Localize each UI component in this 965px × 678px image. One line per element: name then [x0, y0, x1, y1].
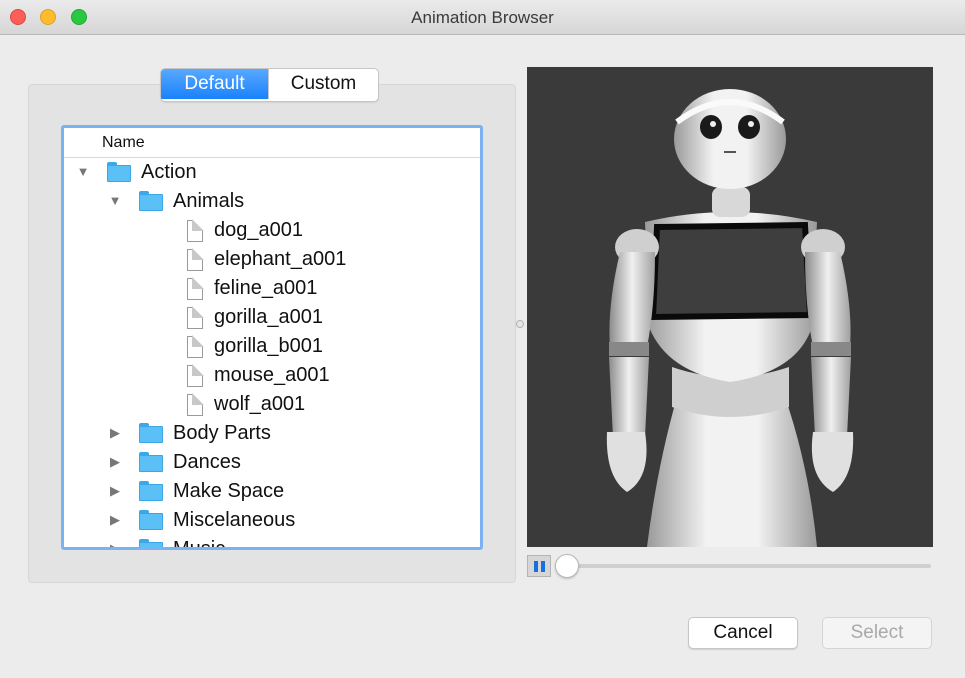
folder-icon	[139, 191, 163, 211]
tree-row-label: Action	[141, 161, 197, 183]
tree-file-row[interactable]: mouse_a001	[64, 361, 480, 390]
folder-icon	[107, 162, 131, 182]
tree-row-label: mouse_a001	[214, 364, 330, 386]
tree-rows: ▼ Action ▼ Animals dog_a001 elephant_a001feli…	[64, 158, 480, 550]
pause-icon	[534, 561, 538, 572]
animation-tree[interactable]: Name ▼ Action ▼ Animals dog_a001 elephant_a00…	[61, 125, 483, 550]
folder-icon	[139, 423, 163, 443]
select-button[interactable]: Select	[822, 617, 932, 649]
folder-icon	[139, 452, 163, 472]
tree-file-row[interactable]: dog_a001	[64, 216, 480, 245]
tree-folder-row[interactable]: ▶ Body Parts	[64, 419, 480, 448]
disclosure-expanded-icon[interactable]: ▼	[76, 164, 90, 179]
tree-row-label: Animals	[173, 190, 245, 212]
tree-folder-row[interactable]: ▼ Animals	[64, 187, 480, 216]
tree-row-label: Music	[173, 538, 226, 550]
tree-row-label: Body Parts	[173, 422, 271, 444]
cancel-button[interactable]: Cancel	[688, 617, 798, 649]
file-icon	[187, 306, 204, 329]
tab-default[interactable]: Default	[161, 69, 268, 99]
file-icon	[187, 335, 204, 358]
tree-row-label: feline_a001	[214, 277, 318, 299]
tree-file-row[interactable]: elephant_a001	[64, 245, 480, 274]
tree-row-label: Make Space	[173, 480, 285, 502]
file-icon	[187, 277, 204, 300]
disclosure-expanded-icon[interactable]: ▼	[108, 193, 122, 208]
file-icon	[187, 219, 204, 242]
playback-controls	[527, 553, 933, 579]
timeline-track[interactable]	[567, 564, 931, 568]
timeline-slider-knob[interactable]	[555, 554, 579, 578]
file-icon	[187, 248, 204, 271]
tree-folder-row[interactable]: ▶ Miscelaneous	[64, 506, 480, 535]
window-title: Animation Browser	[411, 8, 554, 27]
tree-file-row[interactable]: gorilla_b001	[64, 332, 480, 361]
folder-icon	[139, 510, 163, 530]
disclosure-collapsed-icon[interactable]: ▶	[108, 483, 122, 499]
tree-row-label: gorilla_b001	[214, 335, 323, 357]
tree-file-row[interactable]: feline_a001	[64, 274, 480, 303]
pause-button[interactable]	[527, 555, 551, 577]
tree-row-label: elephant_a001	[214, 248, 347, 270]
file-icon	[187, 393, 204, 416]
tree-row-label: Dances	[173, 451, 241, 473]
tree-folder-row[interactable]: ▶ Make Space	[64, 477, 480, 506]
disclosure-collapsed-icon[interactable]: ▶	[108, 454, 122, 470]
tree-row-label: wolf_a001	[214, 393, 306, 415]
robot-preview-image	[606, 89, 854, 547]
tree-file-row[interactable]: wolf_a001	[64, 390, 480, 419]
tab-custom[interactable]: Custom	[268, 69, 378, 99]
folder-icon	[139, 481, 163, 501]
tree-folder-row[interactable]: ▶ Music	[64, 535, 480, 550]
disclosure-collapsed-icon[interactable]: ▶	[108, 541, 122, 547]
split-view-handle[interactable]	[516, 320, 524, 328]
pause-icon	[541, 561, 545, 572]
library-tabs: Default Custom	[160, 68, 379, 102]
folder-icon	[139, 539, 163, 547]
animation-preview[interactable]	[527, 67, 933, 547]
disclosure-collapsed-icon[interactable]: ▶	[108, 512, 122, 528]
name-column-header[interactable]: Name	[64, 128, 480, 158]
tree-row-label: Miscelaneous	[173, 509, 296, 531]
tree-row-label: dog_a001	[214, 219, 303, 241]
title-bar: Animation Browser	[0, 0, 965, 35]
disclosure-collapsed-icon[interactable]: ▶	[108, 425, 122, 441]
file-icon	[187, 364, 204, 387]
tree-row-label: gorilla_a001	[214, 306, 323, 328]
tree-folder-row[interactable]: ▼ Action	[64, 158, 480, 187]
tree-folder-row[interactable]: ▶ Dances	[64, 448, 480, 477]
tree-file-row[interactable]: gorilla_a001	[64, 303, 480, 332]
